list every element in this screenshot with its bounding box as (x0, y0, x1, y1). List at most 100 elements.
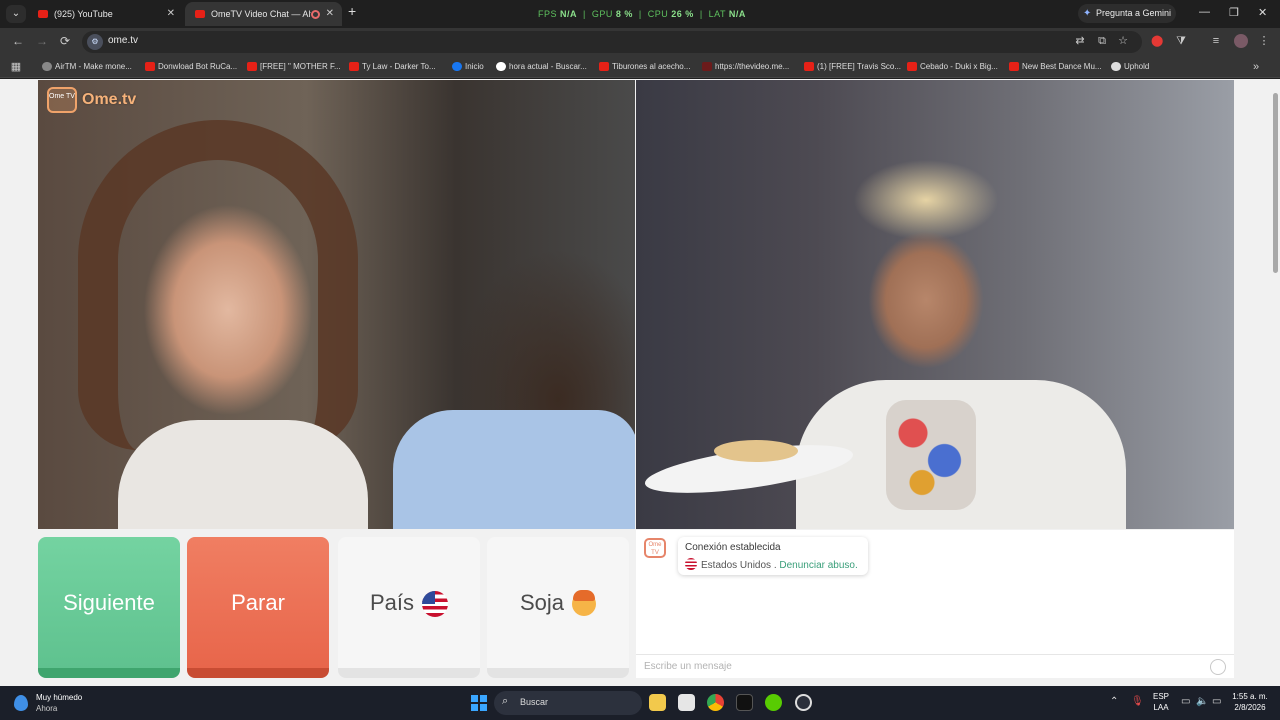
gpu-value: 8 % (615, 9, 633, 19)
profile-avatar[interactable] (1234, 34, 1248, 48)
facebook-icon (452, 62, 462, 71)
bookmarks-bar: ▦ AirTM - Make mone... Donwload Bot RuCa… (0, 56, 1280, 78)
recording-icon (311, 10, 320, 19)
chrome-icon[interactable] (707, 694, 724, 711)
bookmark-item[interactable]: Ty Law - Darker To... (349, 61, 436, 73)
bookmark-item[interactable]: AirTM - Make mone... (42, 61, 132, 73)
partner-country: Estados Unidos . (701, 560, 777, 571)
cpu-value: 26 % (671, 9, 694, 19)
bookmark-item[interactable]: New Best Dance Mu... (1009, 61, 1102, 73)
logo-text: Ome.tv (82, 91, 137, 108)
bookmark-item[interactable]: (1) [FREE] Travis Sco... (804, 61, 901, 73)
menu-icon[interactable]: ⋮ (1258, 35, 1270, 47)
browser-toolbar: ← → ⟳ ⚙ ome.tv ⇄ ⧉ ☆ ⬤ ⧩ ≡ ⋮ (0, 28, 1280, 56)
bookmark-star-icon[interactable]: ☆ (1117, 35, 1129, 47)
youtube-icon (804, 62, 814, 71)
microsoft-store-icon[interactable] (678, 694, 695, 711)
local-video (38, 80, 635, 529)
show-hidden-icons[interactable]: ⌃ (1110, 696, 1118, 707)
bookmark-item[interactable]: Uphold (1111, 61, 1149, 73)
minimize-button[interactable]: — (1199, 6, 1210, 18)
ask-gemini-button[interactable]: ✦ Pregunta a Gemini (1078, 4, 1176, 23)
taskbar-search[interactable]: ⌕ Buscar (494, 691, 642, 715)
close-icon[interactable]: ✕ (167, 2, 175, 26)
weather-title: Muy húmedo (36, 693, 83, 702)
chat-panel: Ome TV Conexión establecida Estados Unid… (636, 530, 1234, 678)
reload-button[interactable]: ⟳ (60, 34, 70, 48)
humidity-icon (14, 695, 28, 711)
tab-ometv[interactable]: OmeTV Video Chat — Alter ✕ (185, 2, 342, 26)
battery-icon[interactable]: ▭ (1212, 696, 1221, 707)
close-icon[interactable]: ✕ (326, 2, 334, 26)
bookmark-item[interactable]: Cebado - Duki x Big... (907, 61, 998, 73)
browser-tab-strip: ⌄ (925) YouTube ✕ OmeTV Video Chat — Alt… (0, 0, 1280, 28)
page-scrollbar[interactable] (1270, 79, 1280, 686)
windows-start-icon[interactable] (471, 695, 487, 711)
translate-icon[interactable]: ⇄ (1074, 35, 1086, 47)
message-placeholder: Escribe un mensaje (644, 661, 732, 672)
youtube-icon (145, 62, 155, 71)
bookmark-item[interactable]: Donwload Bot RuCa... (145, 61, 237, 73)
apps-grid-icon[interactable]: ▦ (10, 61, 22, 73)
us-flag-icon (685, 558, 697, 570)
file-explorer-icon[interactable] (649, 694, 666, 711)
youtube-icon (907, 62, 917, 71)
bookmark-item[interactable]: Tiburones al acecho... (599, 61, 690, 73)
app-icon[interactable] (736, 694, 753, 711)
microphone-icon[interactable]: 🎙 (1131, 696, 1144, 707)
extension-shield-icon[interactable]: ⬤ (1151, 35, 1163, 47)
youtube-icon (349, 62, 359, 71)
language-indicator[interactable]: ESP LAA (1150, 691, 1172, 713)
ometv-avatar-icon: Ome TV (644, 538, 666, 558)
site-info-icon[interactable]: ⚙ (87, 34, 103, 50)
back-button[interactable]: ← (12, 34, 24, 48)
install-app-icon[interactable]: ⧉ (1096, 35, 1108, 47)
remote-video (636, 80, 1234, 529)
report-abuse-link[interactable]: Denunciar abuso. (779, 560, 857, 571)
country-button[interactable]: País (338, 537, 480, 678)
weather-subtitle: Ahora (36, 704, 58, 713)
url-text[interactable]: ome.tv (108, 35, 138, 46)
system-clock[interactable]: 1:55 a. m. 2/8/2026 (1228, 691, 1272, 713)
tab-youtube[interactable]: (925) YouTube ✕ (28, 2, 183, 26)
forward-button[interactable]: → (36, 34, 48, 48)
duolingo-icon[interactable] (765, 694, 782, 711)
message-input[interactable]: Escribe un mensaje (636, 654, 1234, 678)
bookmark-item[interactable]: https://thevideo.me... (702, 61, 789, 73)
next-button[interactable]: Siguiente (38, 537, 180, 678)
more-bookmarks-icon[interactable]: » (1250, 61, 1262, 73)
ometv-logo[interactable]: Ome TV Ome.tv (47, 87, 139, 115)
bookmark-item[interactable]: hora actual - Buscar... (496, 61, 587, 73)
bookmark-item[interactable]: Inicio (452, 61, 484, 73)
emoji-icon[interactable] (1210, 659, 1226, 675)
network-icon[interactable]: ▭ (1181, 696, 1190, 707)
volume-icon[interactable]: 🔈 (1196, 696, 1208, 707)
tab-title: OmeTV Video Chat — Alter (211, 9, 311, 19)
uphold-icon (1111, 62, 1121, 71)
connection-status: Conexión establecida (685, 542, 781, 553)
youtube-icon (599, 62, 609, 71)
page-icon (702, 62, 712, 71)
bookmark-item[interactable]: [FREE] " MOTHER F... (247, 61, 341, 73)
google-icon (496, 62, 506, 71)
windows-taskbar: Muy húmedo Ahora ⌕ Buscar ⌃ 🎙 ESP LAA ▭ … (0, 686, 1280, 720)
new-tab-button[interactable]: + (348, 3, 356, 19)
youtube-icon (1009, 62, 1019, 71)
extensions-icon[interactable]: ⧩ (1175, 35, 1187, 47)
restore-button[interactable]: ❐ (1229, 6, 1239, 19)
gender-button[interactable]: Soja (487, 537, 629, 678)
tab-search-dropdown[interactable]: ⌄ (6, 5, 26, 23)
youtube-icon (38, 10, 48, 18)
stop-button[interactable]: Parar (187, 537, 329, 678)
window-close-button[interactable]: ✕ (1258, 6, 1267, 19)
weather-widget[interactable]: Muy húmedo Ahora (14, 692, 134, 714)
address-bar[interactable]: ⚙ ome.tv (82, 31, 1142, 53)
tab-title: (925) YouTube (54, 9, 113, 19)
ometv-favicon-icon (195, 10, 205, 18)
scrollbar-thumb[interactable] (1273, 93, 1278, 273)
fps-value: N/A (560, 9, 578, 19)
media-controls-icon[interactable]: ≡ (1210, 35, 1222, 47)
boy-face-icon (572, 590, 597, 617)
performance-overlay: FPS N/A | GPU 8 % | CPU 26 % | LAT N/A (538, 9, 746, 19)
steam-icon[interactable] (795, 694, 812, 711)
